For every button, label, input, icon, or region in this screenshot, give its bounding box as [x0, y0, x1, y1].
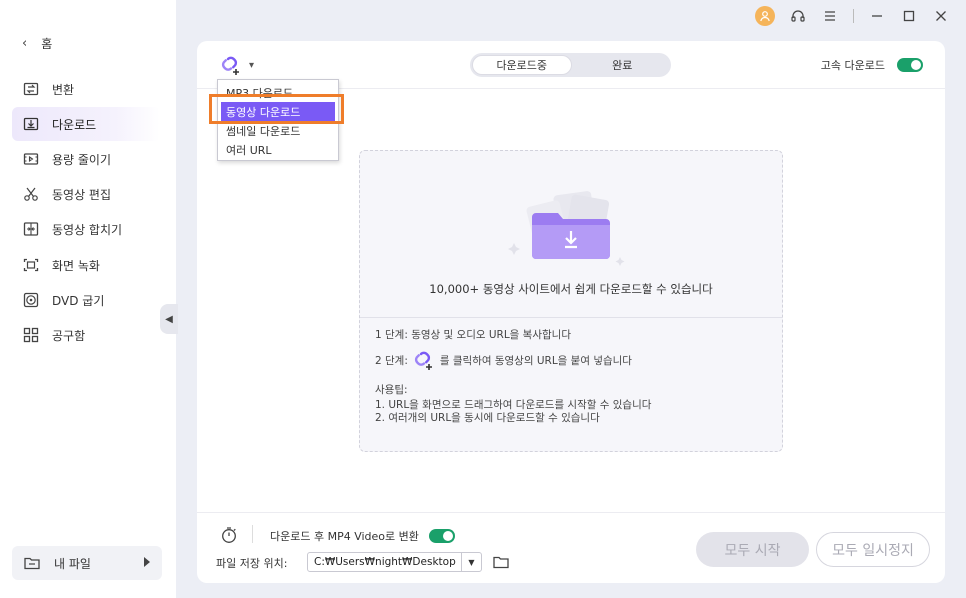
menu-item-multiple-url[interactable]: 여러 URL — [218, 140, 338, 159]
sidebar-item-edit[interactable]: 동영상 편집 — [12, 177, 160, 211]
divider — [252, 525, 253, 543]
user-avatar[interactable] — [755, 6, 775, 26]
home-link[interactable]: ‹ 홈 — [22, 35, 52, 52]
tab-downloading[interactable]: 다운로드중 — [472, 55, 572, 75]
scissors-icon — [22, 185, 40, 203]
chevron-right-icon — [144, 557, 150, 567]
menu-icon[interactable] — [821, 7, 839, 25]
selection-highlight-box — [209, 94, 344, 124]
link-add-icon — [414, 351, 432, 370]
folder-icon — [24, 556, 40, 570]
drop-zone-divider — [360, 317, 782, 318]
download-tabs: 다운로드중 완료 — [470, 53, 671, 77]
sidebar-item-label: 변환 — [52, 82, 75, 97]
download-icon — [22, 115, 40, 133]
sidebar-item-toolbox[interactable]: 공구함 — [12, 318, 160, 352]
chevron-down-icon: ▾ — [249, 59, 255, 71]
download-folder-icon — [508, 191, 625, 266]
home-label: 홈 — [41, 37, 53, 51]
chevron-left-icon: ‹ — [22, 36, 28, 51]
merge-icon — [22, 220, 40, 238]
step-1-text: 1 단계: 동영상 및 오디오 URL을 복사합니다 — [375, 329, 571, 341]
high-speed-download: 고속 다운로드 — [821, 57, 923, 73]
sidebar-collapse-button[interactable]: ◀ — [160, 304, 178, 334]
maximize-icon[interactable] — [900, 7, 918, 25]
sidebar-item-label: DVD 굽기 — [52, 293, 105, 308]
chevron-left-icon: ◀ — [165, 313, 173, 325]
convert-toggle[interactable] — [428, 529, 455, 543]
convert-icon — [22, 80, 40, 98]
timer-icon[interactable] — [220, 526, 238, 547]
convert-after-download: 다운로드 후 MP4 Video로 변환 — [270, 528, 455, 544]
screen-record-icon — [22, 256, 40, 274]
drop-zone-illustration-area: 10,000+ 동영상 사이트에서 쉽게 다운로드할 수 있습니다 — [360, 151, 782, 317]
open-folder-icon[interactable] — [493, 555, 509, 572]
close-icon[interactable] — [932, 7, 950, 25]
tab-completed[interactable]: 완료 — [574, 53, 672, 77]
titlebar-divider — [853, 9, 854, 23]
start-all-button[interactable]: 모두 시작 — [696, 532, 809, 567]
add-url-button[interactable]: ▾ — [219, 54, 254, 76]
sidebar-item-screen-record[interactable]: 화면 녹화 — [12, 248, 160, 282]
drop-zone-title: 10,000+ 동영상 사이트에서 쉽게 다운로드할 수 있습니다 — [429, 282, 713, 296]
minimize-icon[interactable] — [868, 7, 886, 25]
window-controls — [755, 6, 950, 26]
sidebar-item-label: 다운로드 — [52, 117, 97, 132]
drop-zone[interactable]: 10,000+ 동영상 사이트에서 쉽게 다운로드할 수 있습니다 1 단계: … — [359, 150, 783, 452]
high-speed-label: 고속 다운로드 — [820, 59, 885, 72]
sidebar-item-dvd[interactable]: DVD 굽기 — [12, 283, 160, 317]
step-2-suffix: 를 클릭하여 동영상의 URL을 붙여 넣습니다 — [439, 354, 632, 367]
headset-icon[interactable] — [789, 7, 807, 25]
my-files-label: 내 파일 — [54, 556, 91, 571]
my-files-button[interactable]: 내 파일 — [12, 546, 162, 580]
save-location-label: 파일 저장 위치: — [216, 557, 288, 570]
chevron-down-icon[interactable]: ▼ — [461, 553, 481, 571]
sidebar-item-label: 동영상 편집 — [52, 187, 112, 202]
toolbox-icon — [22, 326, 40, 344]
save-path-select[interactable]: C:₩Users₩night₩Desktop ▼ — [307, 552, 482, 572]
sidebar-item-label: 화면 녹화 — [52, 258, 100, 273]
high-speed-toggle[interactable] — [897, 58, 923, 72]
tips-heading: 사용팁: — [375, 384, 408, 396]
step-2: 2 단계: 를 클릭하여 동영상의 URL을 붙여 넣습니다 — [375, 349, 632, 371]
bottom-bar: 다운로드 후 MP4 Video로 변환 파일 저장 위치: C:₩Users₩… — [197, 512, 945, 583]
save-path-value: C:₩Users₩night₩Desktop — [314, 556, 456, 568]
sidebar-item-label: 동영상 합치기 — [52, 222, 123, 237]
sidebar-item-download[interactable]: 다운로드 — [12, 107, 160, 141]
sidebar-item-label: 용량 줄이기 — [52, 152, 112, 167]
step-2-prefix: 2 단계: — [375, 354, 408, 367]
user-icon — [760, 11, 770, 22]
pause-all-button[interactable]: 모두 일시정지 — [816, 532, 930, 567]
dvd-icon — [22, 291, 40, 309]
sidebar-item-compress[interactable]: 용량 줄이기 — [12, 142, 160, 176]
convert-label: 다운로드 후 MP4 Video로 변환 — [270, 530, 419, 543]
sidebar-item-label: 공구함 — [52, 328, 86, 343]
sidebar-item-merge[interactable]: 동영상 합치기 — [12, 212, 160, 246]
sidebar: ‹ 홈 변환 다운로드 용량 줄이기 동영상 편집 동영상 합치기 화면 녹화 … — [0, 0, 176, 598]
link-add-icon — [221, 56, 239, 75]
sidebar-item-convert[interactable]: 변환 — [12, 72, 160, 106]
tip-2: 2. 여러개의 URL을 동시에 다운로드할 수 있습니다 — [375, 412, 600, 424]
compress-icon — [22, 150, 40, 168]
